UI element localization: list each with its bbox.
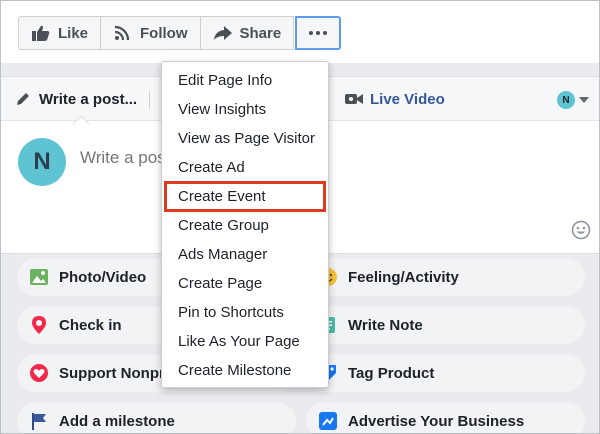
- follow-button[interactable]: Follow: [100, 16, 201, 50]
- tab-write-post[interactable]: Write a post...: [15, 77, 137, 121]
- menu-item-view-as-visitor[interactable]: View as Page Visitor: [162, 124, 328, 153]
- live-tab-label: Live Video: [370, 90, 445, 108]
- page-action-bar: Like Follow Share: [1, 1, 599, 63]
- menu-item-ads-manager[interactable]: Ads Manager: [162, 240, 328, 269]
- check-in-label: Check in: [59, 316, 122, 334]
- menu-item-create-ad[interactable]: Create Ad: [162, 153, 328, 182]
- video-camera-icon: [345, 94, 363, 104]
- tab-divider: [149, 91, 150, 109]
- menu-item-edit-page-info[interactable]: Edit Page Info: [162, 66, 328, 95]
- menu-item-create-event[interactable]: Create Event: [164, 181, 326, 212]
- rss-icon: [114, 25, 130, 41]
- follow-label: Follow: [140, 24, 188, 42]
- like-label: Like: [58, 24, 89, 42]
- write-tab-label: Write a post...: [39, 90, 138, 108]
- ellipsis-icon: [309, 31, 328, 35]
- feeling-activity-button[interactable]: Feeling/Activity: [306, 258, 585, 296]
- share-label: Share: [239, 24, 282, 42]
- write-note-label: Write Note: [348, 316, 423, 334]
- share-button[interactable]: Share: [199, 16, 295, 50]
- heart-icon: [30, 364, 48, 382]
- share-arrow-icon: [213, 26, 232, 40]
- like-button[interactable]: Like: [18, 16, 102, 50]
- more-options-menu: Edit Page Info View Insights View as Pag…: [161, 61, 329, 388]
- thumbs-up-icon: [32, 25, 50, 41]
- tag-product-label: Tag Product: [348, 364, 435, 382]
- tab-live-video[interactable]: Live Video: [344, 77, 445, 121]
- page-action-buttons: Like Follow Share: [18, 16, 342, 50]
- emoji-icon[interactable]: [571, 220, 591, 240]
- advertise-icon: [319, 412, 337, 430]
- write-note-button[interactable]: Write Note: [306, 306, 585, 344]
- tag-product-button[interactable]: Tag Product: [306, 354, 585, 392]
- feeling-activity-label: Feeling/Activity: [348, 268, 459, 286]
- menu-item-create-milestone[interactable]: Create Milestone: [162, 356, 328, 385]
- posting-as-avatar[interactable]: N: [557, 91, 575, 109]
- more-options-button[interactable]: [295, 16, 342, 50]
- add-milestone-label: Add a milestone: [59, 412, 175, 430]
- page-avatar: N: [18, 138, 66, 186]
- menu-item-create-group[interactable]: Create Group: [162, 211, 328, 240]
- advertise-business-button[interactable]: Advertise Your Business: [306, 402, 585, 434]
- menu-item-pin-shortcuts[interactable]: Pin to Shortcuts: [162, 298, 328, 327]
- menu-item-view-insights[interactable]: View Insights: [162, 95, 328, 124]
- photo-icon: [30, 269, 48, 285]
- advertise-business-label: Advertise Your Business: [348, 412, 525, 430]
- menu-item-create-page[interactable]: Create Page: [162, 269, 328, 298]
- photo-video-label: Photo/Video: [59, 268, 147, 286]
- menu-item-like-as-page[interactable]: Like As Your Page: [162, 327, 328, 356]
- add-milestone-button[interactable]: Add a milestone: [17, 402, 296, 434]
- location-pin-icon: [32, 316, 46, 334]
- chevron-down-icon[interactable]: [579, 97, 589, 103]
- pencil-icon: [17, 93, 29, 105]
- flag-icon: [32, 413, 46, 430]
